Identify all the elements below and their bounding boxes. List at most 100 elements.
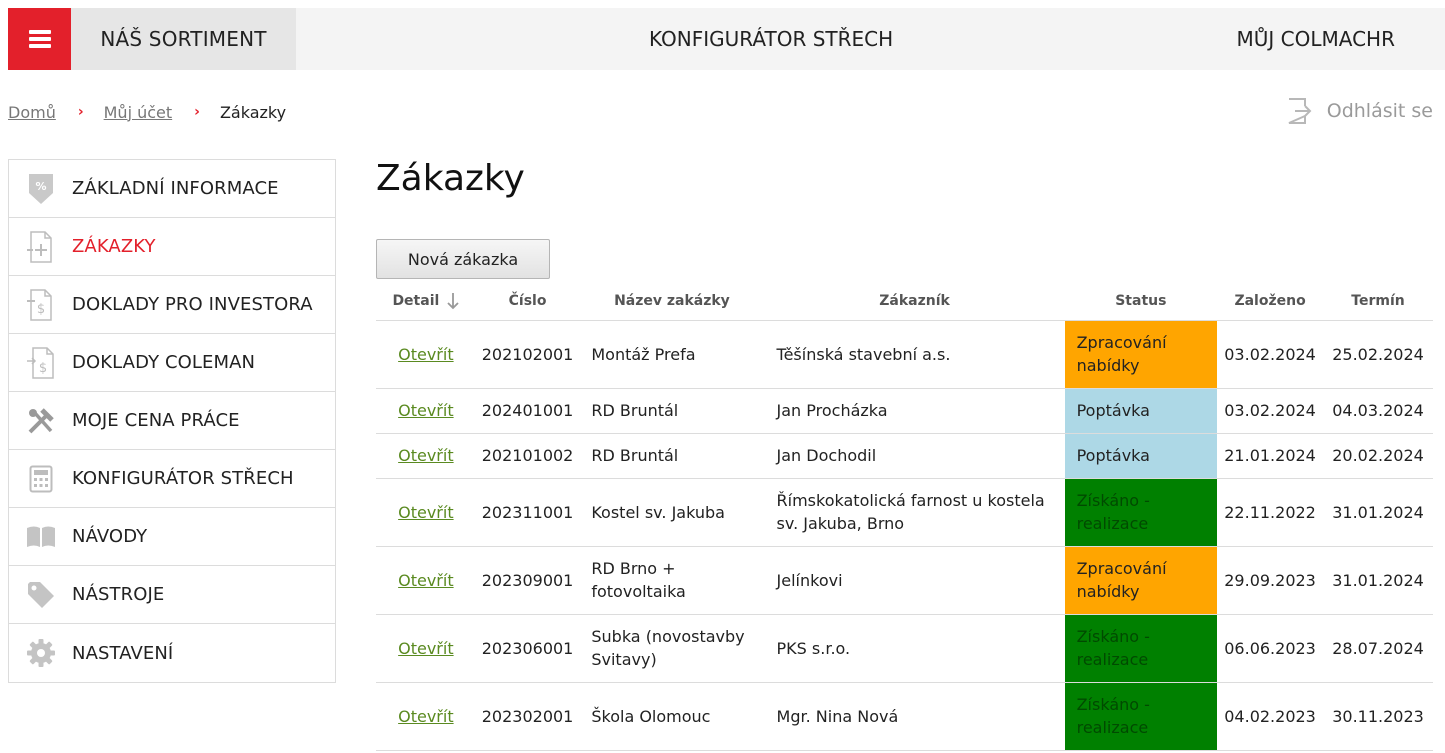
sidebar-item-nastaveni[interactable]: NASTAVENÍ bbox=[9, 624, 335, 682]
nav-sortiment[interactable]: NÁŠ SORTIMENT bbox=[71, 8, 296, 70]
sidebar-item-moje-cena-prace[interactable]: MOJE CENA PRÁCE bbox=[9, 392, 335, 450]
logout-label: Odhlásit se bbox=[1326, 100, 1433, 122]
tag-icon bbox=[9, 580, 72, 610]
deadline-date: 04.03.2024 bbox=[1323, 388, 1433, 434]
deadline-date: 28.07.2024 bbox=[1323, 614, 1433, 683]
table-row: Otevřít 202101002 RD Bruntál Jan Dochodil Po… bbox=[376, 433, 1433, 479]
deadline-date: 30.11.2023 bbox=[1323, 682, 1433, 751]
gear-icon bbox=[9, 638, 72, 668]
sidebar-item-zakladni-informace[interactable]: % ZÁKLADNÍ INFORMACE bbox=[9, 160, 335, 218]
order-number: 202101002 bbox=[475, 433, 580, 479]
detail-cell: Otevřít bbox=[376, 478, 476, 547]
column-header-detail[interactable]: Detail bbox=[376, 282, 476, 321]
logout-button[interactable]: Odhlásit se bbox=[1287, 96, 1433, 126]
sidebar-item-label: NASTAVENÍ bbox=[72, 642, 174, 664]
column-header-zalozeno[interactable]: Založeno bbox=[1217, 282, 1324, 321]
orders-table: Detail Číslo Název zakázky Zákazník Stat… bbox=[376, 282, 1433, 751]
created-date: 29.09.2023 bbox=[1217, 546, 1324, 615]
svg-text:$: $ bbox=[38, 361, 46, 376]
order-name: RD Brno + fotovoltaika bbox=[579, 546, 765, 615]
document-dollar-icon: $ bbox=[9, 288, 72, 321]
sidebar-item-nastroje[interactable]: NÁSTROJE bbox=[9, 566, 335, 624]
created-date: 03.02.2024 bbox=[1217, 388, 1324, 434]
open-order-link[interactable]: Otevřít bbox=[398, 707, 453, 726]
status-badge: Získáno - realizace bbox=[1064, 682, 1218, 751]
customer-name: Jan Dochodil bbox=[764, 433, 1065, 479]
new-order-button[interactable]: Nová zákazka bbox=[376, 239, 550, 279]
table-row: Otevřít 202302001 Škola Olomouc Mgr. Nina N… bbox=[376, 682, 1433, 751]
sidebar-item-label: DOKLADY COLEMAN bbox=[72, 352, 256, 373]
status-badge: Získáno - realizace bbox=[1064, 614, 1218, 683]
column-header-zakaznik[interactable]: Zákazník bbox=[764, 282, 1065, 321]
table-header-row: Detail Číslo Název zakázky Zákazník Stat… bbox=[376, 282, 1433, 321]
customer-name: PKS s.r.o. bbox=[764, 614, 1065, 683]
open-order-link[interactable]: Otevřít bbox=[398, 639, 453, 658]
customer-name: Jan Procházka bbox=[764, 388, 1065, 434]
status-badge: Zpracování nabídky bbox=[1064, 546, 1218, 615]
tools-icon bbox=[9, 406, 72, 436]
detail-cell: Otevřít bbox=[376, 320, 476, 389]
order-number: 202102001 bbox=[475, 320, 580, 389]
created-date: 21.01.2024 bbox=[1217, 433, 1324, 479]
sort-down-icon bbox=[447, 292, 459, 310]
order-name: Montáž Prefa bbox=[579, 320, 765, 389]
logout-icon bbox=[1288, 98, 1312, 124]
deadline-date: 20.02.2024 bbox=[1323, 433, 1433, 479]
breadcrumb-current: Zákazky bbox=[219, 102, 287, 122]
open-order-link[interactable]: Otevřít bbox=[398, 446, 453, 465]
detail-cell: Otevřít bbox=[376, 614, 476, 683]
hamburger-menu-button[interactable] bbox=[8, 8, 71, 70]
sidebar-item-konfigurator-strech[interactable]: KONFIGURÁTOR STŘECH bbox=[9, 450, 335, 508]
created-date: 22.11.2022 bbox=[1217, 478, 1324, 547]
order-number: 202302001 bbox=[475, 682, 580, 751]
customer-name: Mgr. Nina Nová bbox=[764, 682, 1065, 751]
breadcrumb-home-link[interactable]: Domů bbox=[8, 103, 56, 122]
sidebar-item-doklady-pro-investora[interactable]: $ DOKLADY PRO INVESTORA bbox=[9, 276, 335, 334]
order-number: 202309001 bbox=[475, 546, 580, 615]
percent-tag-icon: % bbox=[9, 173, 72, 205]
order-name: Škola Olomouc bbox=[579, 682, 765, 751]
column-header-status[interactable]: Status bbox=[1064, 282, 1218, 321]
status-badge: Získáno - realizace bbox=[1064, 478, 1218, 547]
breadcrumb: Domů › Můj účet › Zákazky bbox=[8, 100, 286, 124]
column-header-cislo[interactable]: Číslo bbox=[475, 282, 580, 321]
sidebar-item-label: NÁVODY bbox=[72, 526, 148, 547]
detail-cell: Otevřít bbox=[376, 546, 476, 615]
order-number: 202306001 bbox=[475, 614, 580, 683]
sidebar-item-label: MOJE CENA PRÁCE bbox=[72, 410, 240, 431]
sidebar-item-label: NÁSTROJE bbox=[72, 584, 165, 605]
nav-muj-colmachr[interactable]: MŮJ COLMACHR bbox=[1237, 8, 1396, 70]
calculator-icon bbox=[9, 465, 72, 493]
sidebar-item-doklady-coleman[interactable]: $ DOKLADY COLEMAN bbox=[9, 334, 335, 392]
order-number: 202311001 bbox=[475, 478, 580, 547]
customer-name: Římskokatolická farnost u kostela sv. Ja… bbox=[764, 478, 1065, 547]
detail-cell: Otevřít bbox=[376, 682, 476, 751]
column-header-label: Detail bbox=[392, 292, 440, 309]
open-order-link[interactable]: Otevřít bbox=[398, 345, 453, 364]
svg-text:%: % bbox=[35, 180, 46, 193]
order-name: Subka (novostavby Svitavy) bbox=[579, 614, 765, 683]
document-dollar-arrow-icon: $ bbox=[9, 346, 72, 379]
created-date: 03.02.2024 bbox=[1217, 320, 1324, 389]
column-header-nazev[interactable]: Název zakázky bbox=[579, 282, 765, 321]
sidebar-item-label: DOKLADY PRO INVESTORA bbox=[72, 294, 313, 315]
open-order-link[interactable]: Otevřít bbox=[398, 503, 453, 522]
open-order-link[interactable]: Otevřít bbox=[398, 401, 453, 420]
table-row: Otevřít 202306001 Subka (novostavby Svitav… bbox=[376, 614, 1433, 683]
deadline-date: 31.01.2024 bbox=[1323, 546, 1433, 615]
column-header-termin[interactable]: Termín bbox=[1323, 282, 1433, 321]
top-navigation-bar: NÁŠ SORTIMENT KONFIGURÁTOR STŘECH MŮJ CO… bbox=[8, 8, 1445, 70]
deadline-date: 25.02.2024 bbox=[1323, 320, 1433, 389]
table-row: Otevřít 202311001 Kostel sv. Jakuba Římskok… bbox=[376, 478, 1433, 547]
page-title: Zákazky bbox=[376, 158, 525, 199]
order-number: 202401001 bbox=[475, 388, 580, 434]
deadline-date: 31.01.2024 bbox=[1323, 478, 1433, 547]
nav-konfigurator[interactable]: KONFIGURÁTOR STŘECH bbox=[649, 8, 893, 70]
sidebar-item-zakazky[interactable]: ZÁKAZKY bbox=[9, 218, 335, 276]
sidebar-item-label: ZÁKLADNÍ INFORMACE bbox=[72, 178, 279, 199]
status-badge: Poptávka bbox=[1064, 433, 1218, 479]
breadcrumb-account-link[interactable]: Můj účet bbox=[104, 103, 173, 122]
svg-text:$: $ bbox=[36, 302, 44, 317]
open-order-link[interactable]: Otevřít bbox=[398, 571, 453, 590]
sidebar-item-navody[interactable]: NÁVODY bbox=[9, 508, 335, 566]
